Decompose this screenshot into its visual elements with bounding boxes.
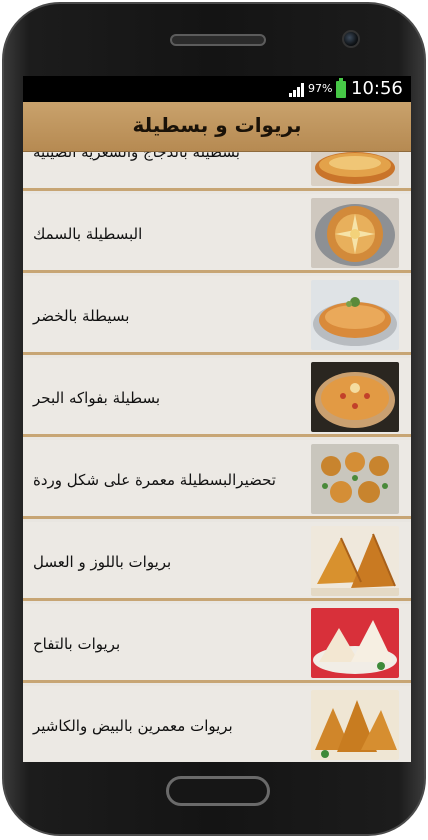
recipe-title: تحضيرالبسطيلة معمرة على شكل وردة: [33, 470, 276, 489]
almond-briouat-image: [311, 526, 399, 596]
recipe-title: بريوات معمرين بالبيض والكاشير: [33, 716, 233, 735]
app-bar: بريوات و بسطيلة: [23, 102, 411, 152]
list-item[interactable]: بسيطلة بالخضر: [23, 276, 411, 355]
recipe-title: بريوات باللوز و العسل: [33, 552, 172, 571]
list-item[interactable]: بسطيلة بفواكه البحر: [23, 358, 411, 437]
recipe-title: بسطيلة بالدجاج والشعرية الصينية: [33, 152, 303, 191]
battery-percent: 97%: [308, 82, 333, 95]
egg-cachir-briouat-image: [311, 690, 399, 760]
seafood-pastilla-image: [311, 362, 399, 432]
recipe-list[interactable]: بسطيلة بالدجاج والشعرية الصينية البسطيلة…: [23, 152, 411, 762]
screen: 97% 10:56 بريوات و بسطيلة بسطيلة بالدجاج…: [23, 76, 411, 762]
list-item[interactable]: بريوات باللوز و العسل: [23, 522, 411, 601]
phone-frame: 97% 10:56 بريوات و بسطيلة بسطيلة بالدجاج…: [2, 2, 426, 836]
pastilla-chicken-image: [311, 152, 399, 186]
list-item[interactable]: تحضيرالبسطيلة معمرة على شكل وردة: [23, 440, 411, 519]
fish-pastilla-image: [311, 198, 399, 268]
earpiece-speaker: [170, 34, 266, 46]
signal-icon: [289, 83, 305, 97]
list-item[interactable]: بريوات معمرين بالبيض والكاشير: [23, 686, 411, 762]
home-button[interactable]: [166, 776, 270, 806]
rose-pastilla-image: [311, 444, 399, 514]
clock: 10:56: [351, 78, 403, 99]
apple-briouat-image: [311, 608, 399, 678]
front-camera: [342, 30, 360, 48]
list-item[interactable]: بسطيلة بالدجاج والشعرية الصينية: [23, 152, 411, 191]
page-title: بريوات و بسطيلة: [132, 113, 302, 137]
recipe-title: بسيطلة بالخضر: [33, 306, 130, 325]
vegetable-pastilla-image: [311, 280, 399, 350]
list-item[interactable]: البسطيلة بالسمك: [23, 194, 411, 273]
battery-icon: [336, 78, 346, 98]
recipe-title: بسطيلة بفواكه البحر: [33, 388, 161, 407]
status-bar: 97% 10:56: [23, 76, 411, 102]
recipe-title: بريوات بالتفاح: [33, 634, 121, 653]
recipe-title: البسطيلة بالسمك: [33, 224, 143, 243]
list-item[interactable]: بريوات بالتفاح: [23, 604, 411, 683]
